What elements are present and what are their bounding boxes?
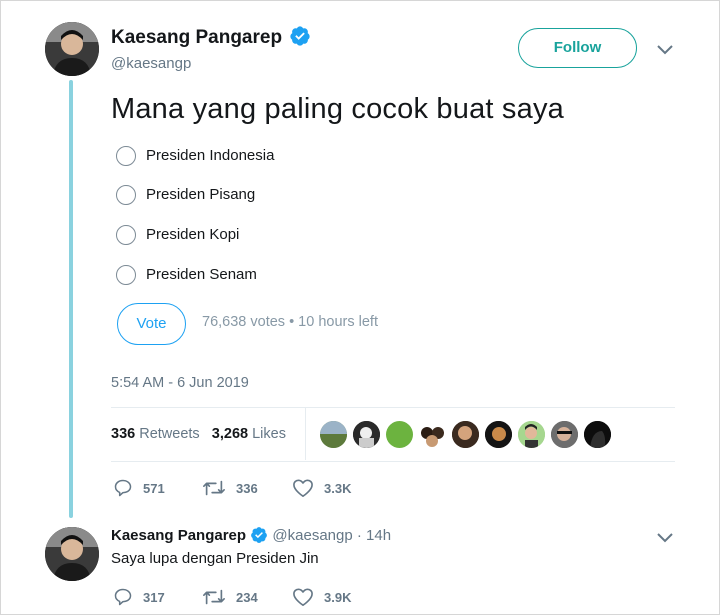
liker-avatar[interactable] [518, 421, 545, 448]
liker-avatar[interactable] [485, 421, 512, 448]
radio-button[interactable] [116, 146, 136, 166]
like-action[interactable]: 3.3K [292, 478, 351, 498]
retweet-count: 336 [111, 426, 136, 442]
like-count: 3.9K [324, 589, 352, 605]
heart-icon [293, 588, 313, 606]
reply-author-name[interactable]: Kaesang Pangarep [111, 527, 246, 544]
liker-avatar[interactable] [353, 421, 380, 448]
reply-action[interactable]: 317 [113, 587, 165, 607]
poll-option-label: Presiden Indonesia [146, 147, 275, 164]
reply-action[interactable]: 571 [113, 478, 165, 498]
like-count: 3.3K [324, 480, 352, 496]
radio-button[interactable] [116, 265, 136, 285]
tweet-timestamp[interactable]: 5:54 AM - 6 Jun 2019 [111, 375, 249, 391]
retweet-action[interactable]: 234 [202, 587, 258, 607]
retweet-action[interactable]: 336 [202, 478, 258, 498]
liker-avatar[interactable] [320, 421, 347, 448]
likes-count: 3,268 [211, 426, 249, 442]
radio-button[interactable] [116, 225, 136, 245]
like-action[interactable]: 3.9K [292, 587, 351, 607]
divider [111, 407, 675, 408]
reply-handle-time[interactable]: @kaesangp · 14h [272, 527, 391, 544]
vote-button[interactable]: Vote [117, 303, 186, 345]
poll-option-label: Presiden Pisang [146, 186, 256, 203]
reply-icon [114, 588, 132, 606]
tweet-stats: 336 Retweets 3,268 Likes [111, 426, 286, 442]
author-name-text[interactable]: Kaesang Pangarep [111, 27, 282, 48]
author-name[interactable]: Kaesang Pangarep [111, 26, 311, 49]
reply-author-row: Kaesang Pangarep @kaesangp · 14h [111, 526, 391, 544]
radio-button[interactable] [116, 185, 136, 205]
retweet-icon [203, 589, 225, 605]
chevron-down-icon[interactable] [656, 532, 674, 544]
poll-option-label: Presiden Kopi [146, 226, 240, 243]
reply-count: 571 [143, 480, 165, 496]
retweet-count: 234 [236, 589, 258, 605]
tweet-text: Mana yang paling cocok buat saya [111, 93, 564, 125]
chevron-down-icon[interactable] [656, 44, 674, 56]
verified-icon [290, 26, 310, 47]
divider [111, 461, 675, 462]
reply-count: 317 [143, 589, 165, 605]
follow-button[interactable]: Follow [518, 28, 637, 68]
reply-icon [114, 479, 132, 497]
stats-separator [305, 408, 306, 460]
liker-avatar[interactable] [419, 421, 446, 448]
verified-icon [251, 526, 268, 543]
liker-avatar[interactable] [584, 421, 611, 448]
thread-connector [69, 80, 73, 518]
likes-label: Likes [252, 426, 286, 442]
liker-avatar[interactable] [386, 421, 413, 448]
reply-text: Saya lupa dengan Presiden Jin [111, 550, 319, 567]
avatar[interactable] [45, 22, 99, 76]
poll-option-label: Presiden Senam [146, 266, 257, 283]
liker-avatar[interactable] [452, 421, 479, 448]
avatar[interactable] [45, 527, 99, 581]
author-handle[interactable]: @kaesangp [111, 55, 191, 72]
likes-stat[interactable]: 3,268 Likes [212, 426, 286, 442]
retweet-count: 336 [236, 480, 258, 496]
retweet-icon [203, 480, 225, 496]
liker-avatar[interactable] [551, 421, 578, 448]
retweet-label: Retweets [139, 426, 200, 442]
heart-icon [293, 479, 313, 497]
retweet-stat[interactable]: 336 Retweets [111, 426, 200, 442]
poll-meta: 76,638 votes • 10 hours left [202, 314, 378, 330]
